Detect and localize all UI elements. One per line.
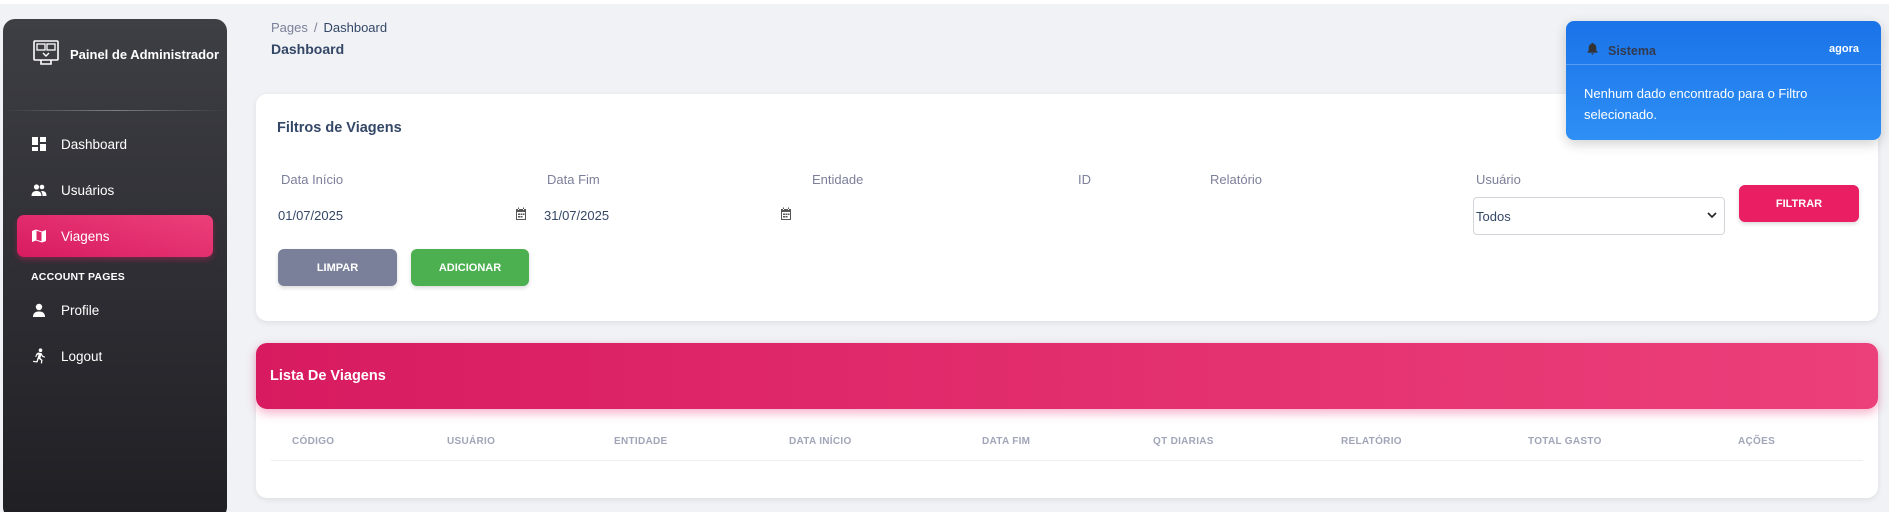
- relatorio-input[interactable]: [1207, 194, 1457, 230]
- breadcrumb-separator: /: [313, 20, 318, 35]
- trips-list-title: Lista De Viagens: [270, 368, 386, 384]
- sidebar: Painel de Administrador Dashboard Usuári…: [3, 19, 227, 512]
- breadcrumb-root[interactable]: Pages: [271, 20, 308, 35]
- breadcrumb: Pages / Dashboard: [271, 20, 387, 35]
- column-header-usuario[interactable]: USUÁRIO: [447, 436, 495, 447]
- filtrar-button[interactable]: FILTRAR: [1739, 185, 1859, 222]
- sidebar-item-label: Profile: [61, 302, 100, 318]
- sidebar-item-label: Dashboard: [61, 136, 128, 152]
- sidebar-item-label: Usuários: [61, 182, 115, 198]
- sidebar-item-label: Logout: [61, 348, 103, 364]
- section-title-account-pages: ACCOUNT PAGES: [31, 271, 125, 283]
- sidebar-item-label: Viagens: [61, 228, 110, 244]
- relatorio-label: Relatório: [1210, 172, 1263, 187]
- data-fim-label: Data Fim: [547, 172, 600, 187]
- sidebar-item-usuarios[interactable]: Usuários: [17, 169, 213, 211]
- column-header-total-gasto[interactable]: TOTAL GASTO: [1528, 436, 1602, 447]
- calendar-icon[interactable]: [779, 207, 793, 221]
- column-header-data-fim[interactable]: DATA FIM: [982, 436, 1030, 447]
- limpar-button[interactable]: LIMPAR: [278, 249, 397, 286]
- dashboard-icon: [31, 136, 47, 152]
- column-header-relatorio[interactable]: RELATÓRIO: [1341, 436, 1402, 447]
- map-icon: [31, 228, 47, 244]
- calendar-icon[interactable]: [514, 207, 528, 221]
- column-header-qt-diarias[interactable]: QT DIARIAS: [1153, 436, 1214, 447]
- trips-list-card: Lista De Viagens CÓDIGO USUÁRIO ENTIDADE…: [256, 343, 1878, 498]
- id-input[interactable]: [1075, 194, 1195, 230]
- brand-logo-icon: [32, 38, 60, 71]
- sidebar-item-dashboard[interactable]: Dashboard: [17, 123, 213, 165]
- chevron-down-icon: [1706, 209, 1718, 224]
- usuario-select-value: Todos: [1476, 208, 1511, 224]
- usuario-label: Usuário: [1476, 172, 1521, 187]
- column-header-data-inicio[interactable]: DATA INÍCIO: [789, 436, 852, 447]
- data-inicio-input[interactable]: 01/07/2025: [278, 208, 343, 223]
- toast-divider: [1566, 64, 1881, 65]
- breadcrumb-current: Dashboard: [323, 20, 388, 35]
- logout-run-icon: [31, 348, 47, 364]
- bell-icon: [1586, 42, 1608, 60]
- brand-name: Painel de Administrador: [70, 47, 220, 62]
- page-title: Dashboard: [271, 41, 345, 57]
- person-icon: [31, 302, 47, 318]
- adicionar-button[interactable]: ADICIONAR: [411, 249, 529, 286]
- table-header-divider: [271, 460, 1863, 461]
- toast-message: Nenhum dado encontrado para o Filtro sel…: [1584, 86, 1808, 122]
- column-header-acoes[interactable]: AÇÕES: [1738, 436, 1775, 447]
- id-label: ID: [1078, 172, 1091, 187]
- toast-title: Sistema: [1608, 44, 1656, 58]
- usuario-select[interactable]: Todos: [1473, 197, 1725, 235]
- data-inicio-label: Data Início: [281, 172, 344, 187]
- sidebar-divider: [3, 110, 227, 111]
- entidade-input[interactable]: [809, 194, 1059, 230]
- column-header-entidade[interactable]: ENTIDADE: [614, 436, 668, 447]
- toast-header: Sistema agora: [1586, 42, 1861, 60]
- top-strip: [0, 0, 1889, 4]
- sidebar-item-profile[interactable]: Profile: [17, 289, 213, 331]
- sidebar-item-viagens[interactable]: Viagens: [17, 215, 213, 257]
- sidebar-item-logout[interactable]: Logout: [17, 335, 213, 377]
- toast-time: agora: [1829, 43, 1859, 55]
- entidade-label: Entidade: [812, 172, 864, 187]
- brand[interactable]: Painel de Administrador: [3, 19, 227, 90]
- trips-list-header: Lista De Viagens: [256, 343, 1878, 409]
- filters-title: Filtros de Viagens: [277, 120, 402, 136]
- system-toast[interactable]: Sistema agora Nenhum dado encontrado par…: [1566, 21, 1881, 140]
- users-icon: [31, 182, 47, 198]
- data-fim-input[interactable]: 31/07/2025: [544, 208, 609, 223]
- column-header-codigo[interactable]: CÓDIGO: [292, 436, 334, 447]
